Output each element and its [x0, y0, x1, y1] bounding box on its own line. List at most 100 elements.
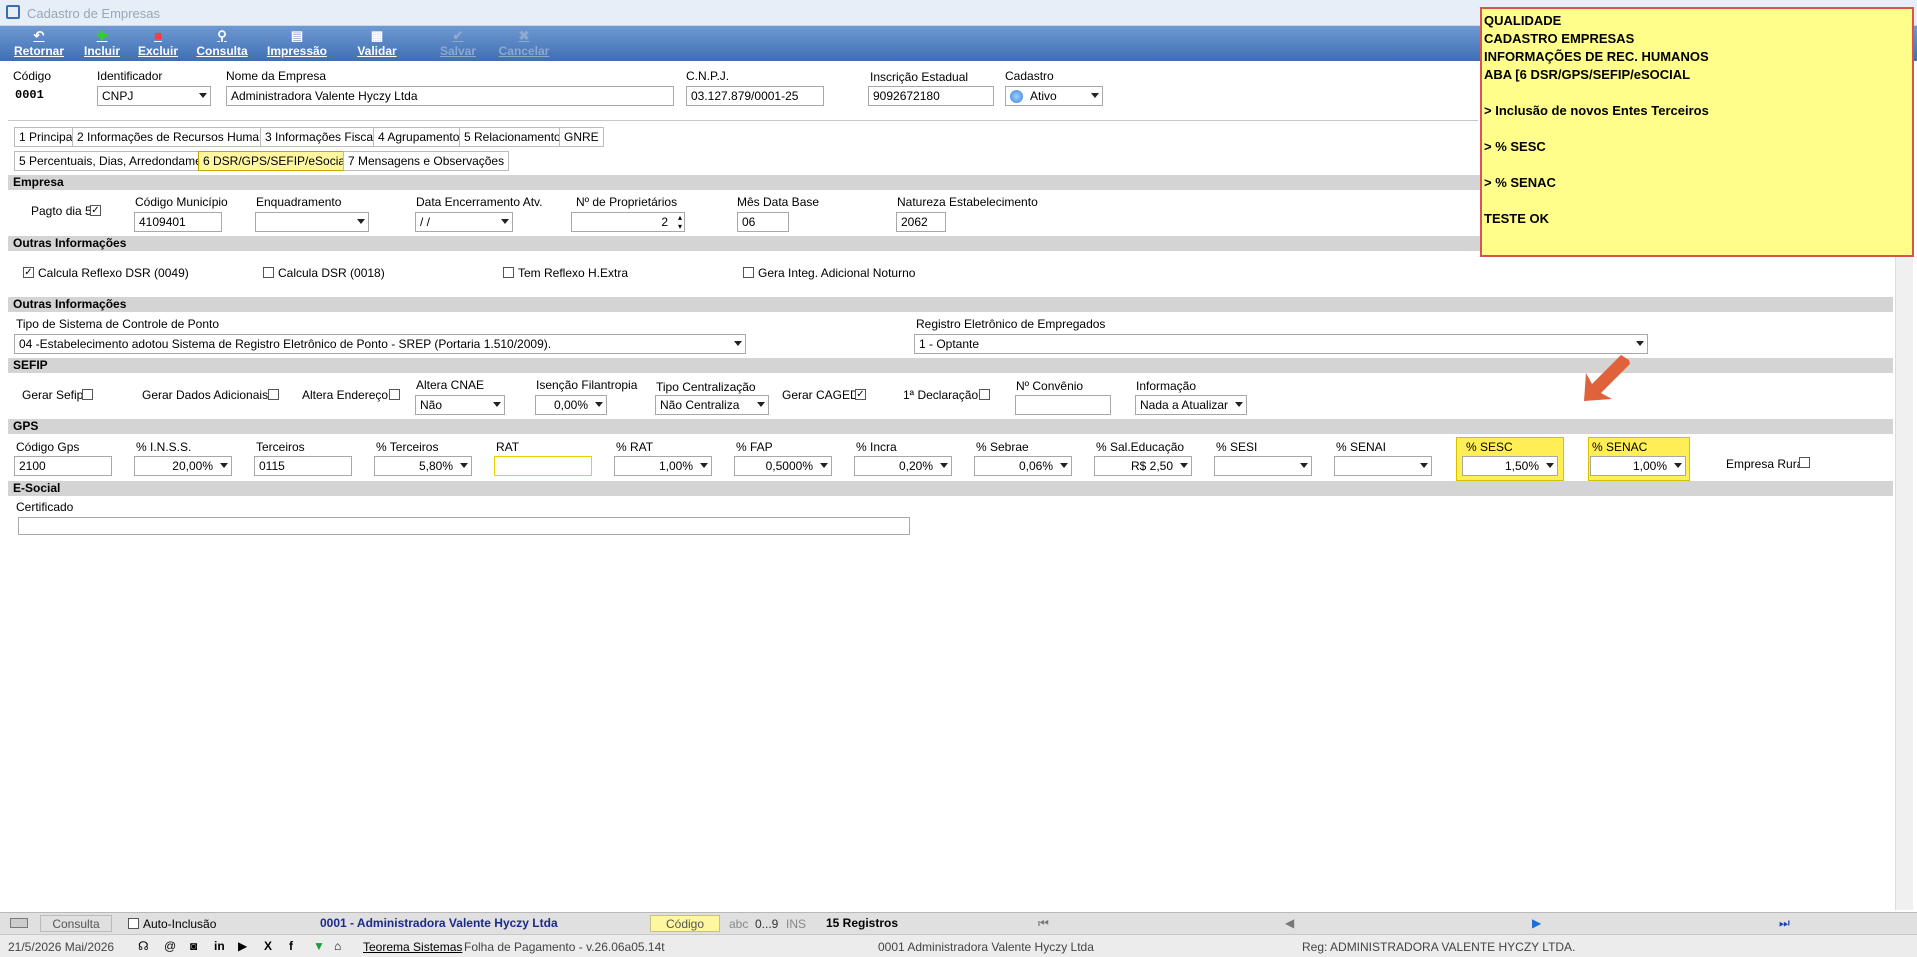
tab-dsr-gps-sefip[interactable]: 6 DSR/GPS/SEFIP/eSocial — [198, 151, 353, 171]
excluir-button[interactable]: ■ Excluir — [136, 28, 180, 60]
first-record-icon[interactable]: ⏮ — [1038, 916, 1049, 931]
pagto-dia5-checkbox[interactable]: ✓ — [90, 205, 101, 216]
chevron-down-icon — [820, 463, 828, 468]
natureza-label: Natureza Estabelecimento — [897, 195, 1038, 209]
senac-select[interactable]: 1,00% — [1590, 456, 1686, 476]
pct-terceiros-select[interactable]: 5,80% — [374, 456, 472, 476]
enquadramento-label: Enquadramento — [256, 195, 342, 209]
at-icon[interactable]: @ — [164, 939, 176, 953]
terceiros-field[interactable]: 0115 — [254, 456, 352, 476]
incra-label: % Incra — [856, 440, 897, 454]
sesi-label: % SESI — [1216, 440, 1258, 454]
validar-button[interactable]: ▦ Validar — [354, 28, 400, 60]
certificado-field[interactable] — [18, 517, 910, 535]
identificador-select[interactable]: CNPJ — [97, 86, 211, 106]
nome-label: Nome da Empresa — [226, 69, 327, 83]
n-prop-stepper[interactable]: 2 ▴ ▾ — [571, 212, 685, 232]
certificado-label: Certificado — [16, 500, 74, 514]
status-globe-icon — [1010, 90, 1023, 103]
gera-integ-checkbox[interactable] — [743, 267, 754, 278]
consulta-button[interactable]: ⚲ Consulta — [194, 28, 250, 60]
altera-cnae-select[interactable]: Não — [415, 395, 505, 415]
last-record-icon[interactable]: ⏭ — [1779, 916, 1790, 931]
calc-reflexo-checkbox[interactable]: ✓ — [23, 267, 34, 278]
codigo-order-button[interactable]: Código — [650, 915, 720, 932]
incluir-button[interactable]: ✚ Incluir — [80, 28, 124, 60]
mes-base-label: Mês Data Base — [737, 195, 820, 209]
rat-field[interactable] — [494, 456, 592, 476]
tab-gnre[interactable]: GNRE — [559, 127, 604, 147]
sal-edu-select[interactable]: R$ 2,50 — [1094, 456, 1192, 476]
cod-municipio-field[interactable]: 4109401 — [134, 212, 222, 232]
mes-base-field[interactable]: 06 — [737, 212, 789, 232]
incra-select[interactable]: 0,20% — [854, 456, 952, 476]
gerar-dados-checkbox[interactable] — [268, 389, 279, 400]
instagram-icon[interactable]: ◙ — [190, 939, 197, 953]
auto-inclusao-checkbox[interactable] — [128, 918, 139, 929]
sebrae-label: % Sebrae — [976, 440, 1029, 454]
tab-recursos-humanos[interactable]: 2 Informações de Recursos Humanos — [72, 127, 284, 147]
tem-reflexo-checkbox[interactable] — [503, 267, 514, 278]
natureza-field[interactable]: 2062 — [896, 212, 946, 232]
tipo-ponto-select[interactable]: 04 -Estabelecimento adotou Sistema de Re… — [14, 334, 746, 354]
previous-record-icon[interactable]: ◀ — [1285, 916, 1294, 930]
x-icon[interactable]: X — [264, 939, 272, 953]
pct-rat-select[interactable]: 1,00% — [614, 456, 712, 476]
consulta-status-button[interactable]: Consulta — [40, 915, 112, 932]
footer-date: 21/5/2026 Mai/2026 — [8, 940, 115, 954]
registro-select[interactable]: 1 - Optante — [914, 334, 1648, 354]
senai-select[interactable] — [1334, 456, 1432, 476]
cnpj-field[interactable]: 03.127.879/0001-25 — [686, 86, 824, 106]
teorema-icon: ▼ — [313, 939, 325, 953]
sesc-select[interactable]: 1,50% — [1462, 456, 1558, 476]
fap-select[interactable]: 0,5000% — [734, 456, 832, 476]
youtube-icon[interactable]: ▶ — [238, 939, 247, 953]
teorema-link[interactable]: Teorema Sistemas — [363, 940, 462, 954]
nome-field[interactable]: Administradora Valente Hyczy Ltda — [226, 86, 674, 106]
pct-terceiros-label: % Terceiros — [376, 440, 439, 454]
empresa-rural-checkbox[interactable] — [1799, 457, 1810, 468]
primeira-decl-checkbox[interactable] — [979, 389, 990, 400]
keyboard-icon — [10, 918, 28, 928]
isencao-select[interactable]: 0,00% — [535, 395, 607, 415]
altera-end-checkbox[interactable] — [389, 389, 400, 400]
sebrae-select[interactable]: 0,06% — [974, 456, 1072, 476]
cancelar-button[interactable]: ✖ Cancelar — [496, 28, 552, 60]
informacao-select[interactable]: Nada a Atualizar — [1135, 395, 1247, 415]
qa-note: QUALIDADE CADASTRO EMPRESAS INFORMAÇÕES … — [1480, 7, 1914, 257]
tab-relacionamentos[interactable]: 5 Relacionamentos — [459, 127, 572, 147]
linkedin-icon[interactable]: in — [214, 939, 225, 953]
stepper-arrows-icon[interactable]: ▴ ▾ — [678, 213, 682, 231]
sesi-select[interactable] — [1214, 456, 1312, 476]
gera-integ-label: Gera Integ. Adicional Noturno — [758, 266, 916, 280]
gerar-caged-checkbox[interactable]: ✓ — [855, 389, 866, 400]
window-title: Cadastro de Empresas — [27, 6, 160, 21]
enquadramento-select[interactable] — [255, 212, 369, 232]
codigo-gps-field[interactable]: 2100 — [14, 456, 112, 476]
cadastro-select[interactable]: Ativo — [1005, 86, 1103, 106]
impressao-button[interactable]: ▤ Impressão — [264, 28, 330, 60]
fap-label: % FAP — [736, 440, 773, 454]
tipo-centr-select[interactable]: Não Centraliza — [655, 395, 769, 415]
registros-count: 15 Registros — [826, 916, 899, 930]
tab-percentuais[interactable]: 5 Percentuais, Dias, Arredondamento — [14, 151, 224, 171]
salvar-button[interactable]: ✔ Salvar — [436, 28, 480, 60]
inss-select[interactable]: 20,00% — [134, 456, 232, 476]
empresa-rural-label: Empresa Rural — [1726, 457, 1807, 471]
esocial-section: E-Social — [8, 481, 1893, 496]
calc-dsr-checkbox[interactable] — [263, 267, 274, 278]
tab-principal[interactable]: 1 Principal — [14, 127, 81, 147]
tab-agrupamentos[interactable]: 4 Agrupamentos — [373, 127, 471, 147]
facebook-icon[interactable]: f — [289, 939, 293, 953]
ie-field[interactable]: 9092672180 — [868, 86, 994, 106]
gerar-sefip-checkbox[interactable] — [82, 389, 93, 400]
retornar-button[interactable]: ↶ Retornar — [12, 28, 66, 60]
pagto-dia5-label: Pagto dia 5 — [31, 204, 92, 218]
headset-icon[interactable]: ☊ — [138, 939, 149, 953]
tab-mensagens[interactable]: 7 Mensagens e Observações — [343, 151, 510, 171]
chevron-down-icon — [1180, 463, 1188, 468]
tab-fiscais[interactable]: 3 Informações Fiscais — [260, 127, 387, 147]
next-record-icon[interactable]: ▶ — [1532, 916, 1541, 930]
data-enc-field[interactable]: / / — [415, 212, 513, 232]
n-convenio-field[interactable] — [1015, 395, 1111, 415]
